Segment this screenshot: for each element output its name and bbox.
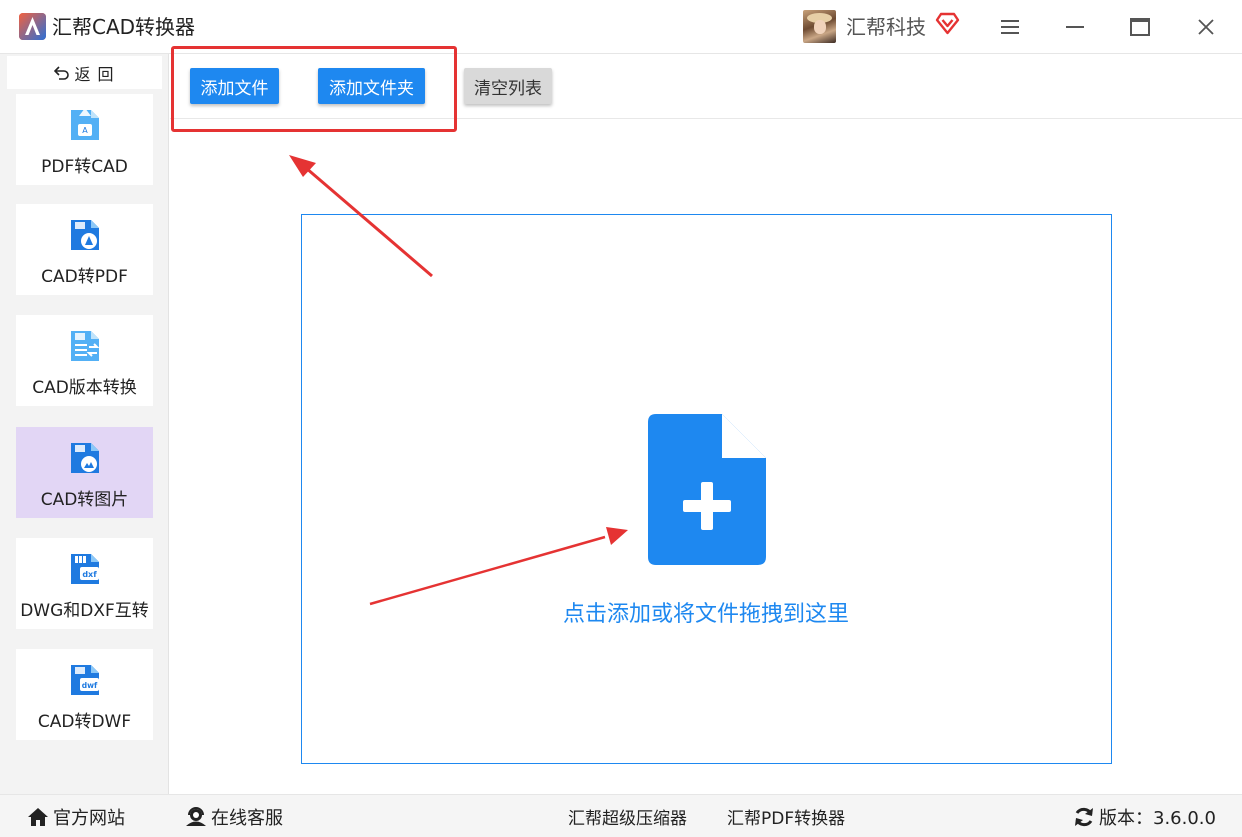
official-website-link[interactable]: 官方网站 (27, 795, 125, 837)
cad-to-pdf-icon (71, 220, 99, 250)
menu-button[interactable] (993, 10, 1027, 44)
sidebar-item-cad-version[interactable]: CAD版本转换 (16, 315, 153, 406)
version-info[interactable]: 版本：3.6.0.0 (1073, 795, 1216, 837)
user-avatar[interactable] (803, 10, 836, 43)
sidebar-item-cad-to-dwf[interactable]: dwf CAD转DWF (16, 649, 153, 740)
sidebar-item-label: CAD转图片 (40, 490, 129, 510)
sidebar-item-label: CAD转DWF (37, 712, 132, 732)
sidebar: 返 回 A PDF转CAD CAD转PDF CAD版本转换 CAD转图片 dxf… (0, 54, 169, 794)
sidebar-item-label: CAD转PDF (41, 267, 128, 287)
sidebar-item-dwg-dxf[interactable]: dxf DWG和DXF互转 (16, 538, 153, 629)
dwg-dxf-icon: dxf (71, 554, 99, 584)
minimize-icon (1066, 26, 1084, 28)
official-website-label: 官方网站 (53, 807, 125, 829)
clear-list-button[interactable]: 清空列表 (464, 68, 552, 104)
file-add-icon[interactable] (648, 414, 766, 565)
app-title: 汇帮CAD转换器 (52, 15, 196, 39)
back-label: 返 回 (74, 64, 115, 84)
close-icon (1198, 19, 1214, 35)
sidebar-item-label: PDF转CAD (41, 157, 128, 177)
menu-icon (1001, 20, 1019, 34)
file-drop-zone[interactable]: 点击添加或将文件拖拽到这里 (301, 214, 1112, 764)
cad-to-dwf-icon: dwf (71, 665, 99, 695)
compressor-link[interactable]: 汇帮超级压缩器 (568, 795, 687, 837)
app-logo-icon (19, 13, 46, 40)
cad-version-icon (71, 331, 100, 361)
sidebar-item-pdf-to-cad[interactable]: A PDF转CAD (16, 94, 153, 185)
back-arrow-icon (54, 65, 70, 80)
sidebar-item-cad-to-pdf[interactable]: CAD转PDF (16, 204, 153, 295)
svg-text:dwf: dwf (82, 681, 98, 690)
refresh-icon (1075, 807, 1093, 826)
sidebar-item-cad-to-image[interactable]: CAD转图片 (16, 427, 153, 518)
cad-to-image-icon (71, 443, 99, 473)
vip-heart-icon[interactable] (935, 11, 960, 36)
status-bar: 官方网站 在线客服 汇帮超级压缩器 汇帮PDF转换器 版本：3.6.0.0 (0, 794, 1242, 837)
minimize-button[interactable] (1058, 10, 1092, 44)
version-label: 版本：3.6.0.0 (1099, 807, 1216, 829)
maximize-icon (1130, 18, 1150, 36)
close-button[interactable] (1189, 10, 1223, 44)
svg-text:A: A (82, 126, 88, 135)
maximize-button[interactable] (1123, 10, 1157, 44)
drop-hint-text[interactable]: 点击添加或将文件拖拽到这里 (302, 596, 1110, 628)
home-icon (28, 807, 48, 826)
online-service-link[interactable]: 在线客服 (185, 795, 283, 837)
annotation-highlight-box (171, 46, 457, 132)
company-name[interactable]: 汇帮科技 (846, 14, 926, 40)
pdf-converter-link[interactable]: 汇帮PDF转换器 (727, 795, 845, 837)
back-button[interactable]: 返 回 (7, 56, 162, 89)
online-service-label: 在线客服 (211, 807, 283, 829)
sidebar-item-label: CAD版本转换 (32, 378, 137, 398)
customer-service-icon (186, 806, 206, 826)
svg-text:dxf: dxf (82, 570, 97, 579)
sidebar-item-label: DWG和DXF互转 (20, 601, 149, 621)
pdf-to-cad-icon: A (71, 108, 99, 140)
